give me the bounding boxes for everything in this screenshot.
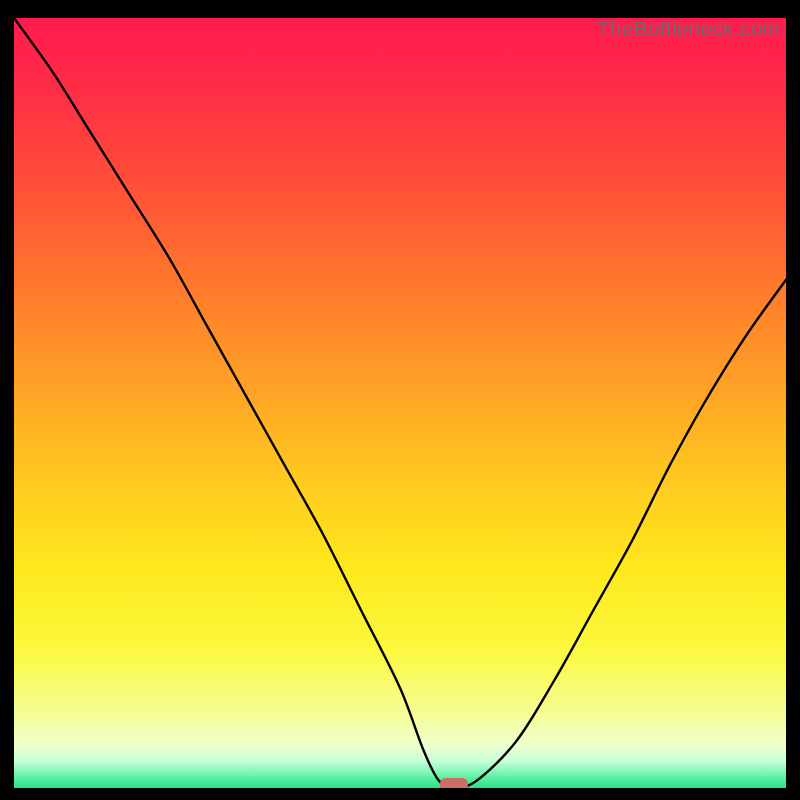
chart-frame: TheBottleneck.com — [0, 0, 800, 800]
optimal-point-marker — [440, 778, 468, 788]
bottleneck-curve — [14, 18, 786, 788]
plot-area: TheBottleneck.com — [14, 18, 786, 788]
